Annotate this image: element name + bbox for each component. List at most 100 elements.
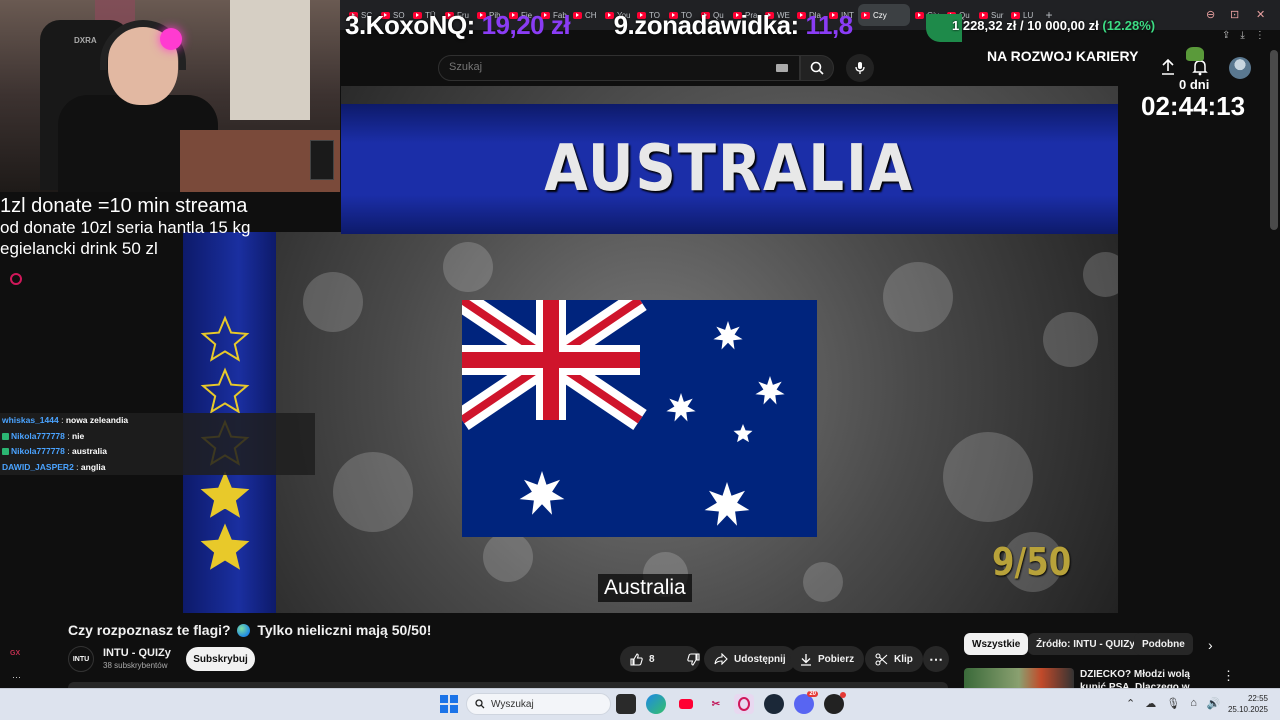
days-counter: 0 dni <box>1179 77 1210 92</box>
recommendation-thumbnail[interactable] <box>964 668 1074 688</box>
donate-rule: od donate 10zl seria hantla 15 kg <box>0 218 251 237</box>
page-scrollbar[interactable] <box>1270 50 1278 230</box>
filled-star-icon <box>200 523 250 570</box>
quiz-progress-counter: 9/50 <box>992 540 1072 584</box>
goal-target: 10 000,00 zł <box>1027 18 1099 33</box>
scissors-icon <box>875 652 888 666</box>
bokeh-light <box>333 452 413 532</box>
share-page-icon[interactable]: ⇪ <box>1222 30 1230 41</box>
download-button[interactable]: Pobierz <box>790 646 865 672</box>
youtube-favicon-icon <box>861 11 870 19</box>
browser-tab[interactable]: Czy <box>858 4 910 26</box>
leader-name: 9.zonadawidka: <box>613 10 800 40</box>
search-box[interactable] <box>438 55 800 81</box>
bokeh-light <box>303 272 363 332</box>
network-icon[interactable]: ⌂ <box>1190 697 1197 710</box>
chat-text: australia <box>71 446 107 456</box>
steam-icon[interactable] <box>764 694 784 714</box>
frog-emote-icon <box>1186 47 1204 61</box>
account-avatar[interactable] <box>1229 57 1251 79</box>
close-icon[interactable]: ✕ <box>1256 8 1265 21</box>
opera-gx-taskbar-icon[interactable] <box>734 694 754 714</box>
chip-all[interactable]: Wszystkie <box>964 633 1029 655</box>
video-title-part: Czy rozpoznasz te flagi? <box>68 622 231 638</box>
microphone-icon <box>855 62 865 74</box>
donate-rule: egielancki drink 50 zl <box>0 239 158 258</box>
voice-search-button[interactable] <box>846 54 874 82</box>
file-explorer-icon[interactable] <box>616 694 636 714</box>
chat-username: DAWID_JASPER2 <box>2 461 74 472</box>
goal-title: NA ROZWOJ KARIERY <box>987 48 1139 64</box>
chip-source-channel[interactable]: Źródło: INTU - QUIZy <box>1028 633 1143 655</box>
streamer-webcam: DXRA <box>0 0 340 192</box>
search-button[interactable] <box>800 55 834 81</box>
country-title-band: AUSTRALIA <box>341 104 1118 234</box>
browser-extension-icons[interactable]: ⇪ ⤓ ⋮ <box>1222 30 1265 41</box>
edge-icon[interactable] <box>646 694 666 714</box>
leader-name: 3.KoxoNQ: <box>345 10 475 40</box>
recommendation-menu-icon[interactable]: ⋮ <box>1222 668 1235 684</box>
chat-text: nie <box>71 430 85 441</box>
clock-date: 25.10.2025 <box>1227 705 1268 714</box>
donation-leaderboard: 3.KoxoNQ: 19,20 zł 9.zonadawidka: 11,8 <box>345 10 853 41</box>
taskbar-search[interactable]: Wyszukaj <box>466 693 611 715</box>
keyboard-icon[interactable] <box>776 64 788 72</box>
discord-icon[interactable]: 20 <box>794 691 818 714</box>
download-label: Pobierz <box>818 653 855 665</box>
upload-icon[interactable] <box>1160 58 1176 76</box>
chevron-right-icon[interactable]: › <box>1208 637 1213 653</box>
chair-brand-logo: DXRA <box>74 36 97 45</box>
snipping-tool-icon[interactable]: ✂ <box>706 694 726 714</box>
like-dislike-group: 8 <box>620 646 700 672</box>
recommendation-title[interactable]: DZIECKO? Młodzi wolą kupić PSA. Dlaczego… <box>1080 668 1210 688</box>
youtube-favicon-icon <box>915 11 924 19</box>
more-actions-button[interactable]: ⋯ <box>923 646 949 672</box>
chip-similar[interactable]: Podobne <box>1134 633 1193 655</box>
opera-gx-icon[interactable]: GX <box>10 650 20 657</box>
download-icon <box>801 653 811 666</box>
sidebar-more-icon[interactable]: ⋯ <box>12 672 21 683</box>
windows-start-icon[interactable] <box>440 695 458 713</box>
bokeh-light <box>443 242 493 292</box>
clip-button[interactable]: Klip <box>865 646 923 672</box>
tray-chevron-up-icon[interactable]: ⌃ <box>1126 697 1135 710</box>
system-tray[interactable]: ⌃ ☁ 🎙 ⌂ 🔊 <box>1126 697 1221 710</box>
chat-badge-icon <box>2 448 9 456</box>
browser-menu-icon[interactable]: ⋮ <box>1255 30 1265 41</box>
search-icon <box>810 61 824 75</box>
chat-message: DAWID_JASPER2 : anglia <box>0 459 315 475</box>
minimize-icon[interactable]: ⊖ <box>1206 8 1215 21</box>
channel-avatar[interactable]: INTU <box>68 646 94 672</box>
like-button[interactable]: 8 <box>620 646 665 672</box>
system-clock[interactable]: 22:55 25.10.2025 <box>1224 693 1268 715</box>
subscribe-button[interactable]: Subskrybuj <box>186 647 255 671</box>
empty-star-icon <box>200 367 250 414</box>
subscriber-count: 38 subskrybentów <box>103 661 168 670</box>
share-label: Udostępnij <box>734 653 786 665</box>
thumbs-up-icon <box>630 652 643 666</box>
bokeh-light <box>483 532 533 582</box>
chat-message: Nikola777778 : australia <box>0 444 315 460</box>
bokeh-light <box>1043 312 1098 367</box>
goal-current: 1 228,32 zł <box>952 18 1017 33</box>
search-input[interactable] <box>449 61 749 73</box>
channel-name[interactable]: INTU - QUIZy <box>103 647 171 659</box>
volume-icon[interactable]: 🔊 <box>1207 697 1221 710</box>
downloads-icon[interactable]: ⤓ <box>1240 30 1244 41</box>
share-icon <box>714 653 728 665</box>
youtube-app-icon[interactable] <box>676 694 696 714</box>
globe-emoji-icon <box>237 624 251 637</box>
bokeh-light <box>1083 252 1118 297</box>
chat-text: anglia <box>80 461 106 472</box>
country-title: AUSTRALIA <box>544 132 915 206</box>
microphone-tray-icon[interactable]: 🎙 <box>1166 697 1180 710</box>
maximize-icon[interactable]: ⊡ <box>1230 8 1239 21</box>
bokeh-light <box>803 562 843 602</box>
donate-rule: 1zl donate =10 min streama <box>0 195 248 217</box>
donation-goal: 1 228,32 zł / 10 000,00 zł (12.28%) <box>952 18 1156 33</box>
onedrive-icon[interactable]: ☁ <box>1145 697 1156 710</box>
goal-percent: (12.28%) <box>1102 18 1156 33</box>
leader-amount: 19,20 zł <box>481 10 571 40</box>
share-button[interactable]: Udostępnij <box>704 646 796 672</box>
obs-icon[interactable] <box>824 692 846 714</box>
